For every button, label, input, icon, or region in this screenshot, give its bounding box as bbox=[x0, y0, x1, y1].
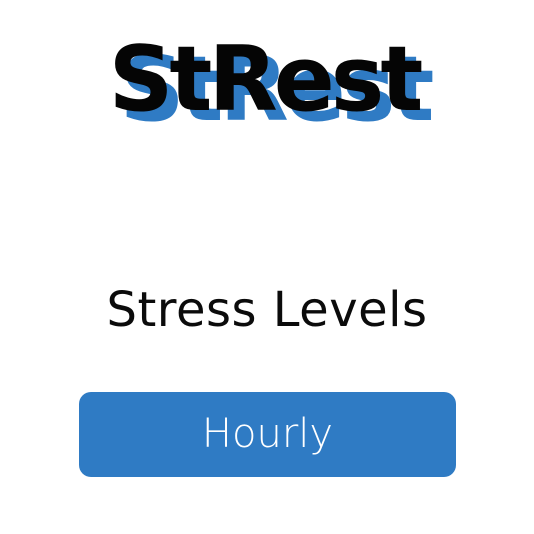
page-title: Stress Levels bbox=[106, 282, 428, 338]
app-logo: StRest StRest bbox=[0, 30, 534, 140]
app-logo-text: StRest bbox=[108, 27, 424, 132]
hourly-button[interactable]: Hourly bbox=[79, 392, 456, 477]
